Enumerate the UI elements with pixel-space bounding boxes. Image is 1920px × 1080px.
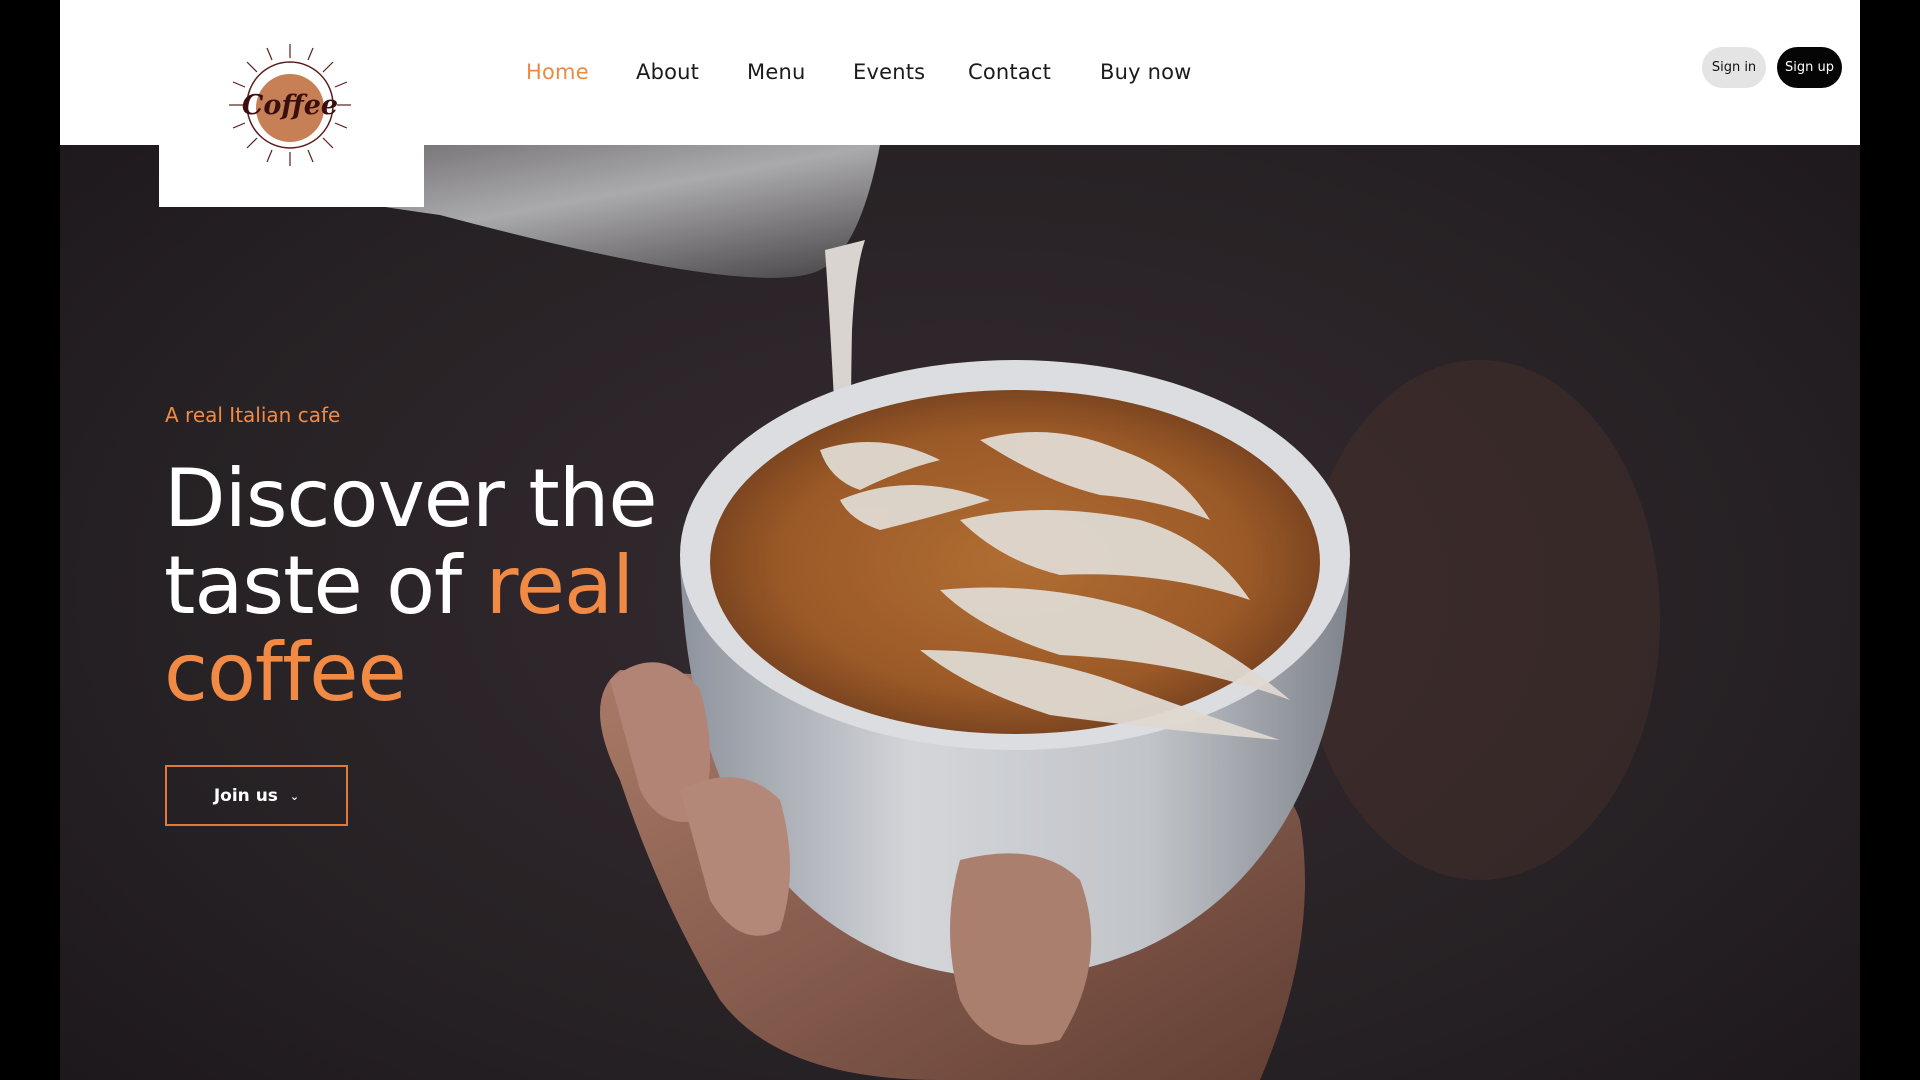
hero-section: A real Italian cafe Discover the taste o…	[60, 145, 1860, 1080]
sign-in-button[interactable]: Sign in	[1702, 47, 1766, 88]
headline-line-3-accent: coffee	[164, 626, 407, 719]
nav-menu[interactable]: Menu	[747, 60, 805, 84]
nav-home[interactable]: Home	[526, 60, 589, 84]
logo-container[interactable]: Coffee	[159, 0, 424, 207]
sign-up-button[interactable]: Sign up	[1777, 47, 1842, 88]
join-us-button[interactable]: Join us ⌄	[165, 765, 348, 826]
headline-line-2-prefix: taste of	[164, 539, 486, 632]
nav-events[interactable]: Events	[853, 60, 925, 84]
nav-about[interactable]: About	[636, 60, 699, 84]
headline-line-1: Discover the	[164, 452, 658, 545]
chevron-down-icon: ⌄	[289, 790, 300, 803]
nav-contact[interactable]: Contact	[968, 60, 1051, 84]
nav-buy-now[interactable]: Buy now	[1100, 60, 1192, 84]
hero-tagline: A real Italian cafe	[165, 403, 341, 427]
join-us-label: Join us	[213, 785, 278, 806]
page-frame: A real Italian cafe Discover the taste o…	[60, 0, 1860, 1080]
coffee-logo: Coffee	[229, 44, 351, 166]
logo-text: Coffee	[242, 90, 338, 121]
hero-headline: Discover the taste of real coffee	[164, 455, 864, 716]
headline-line-2-accent: real	[485, 539, 635, 632]
